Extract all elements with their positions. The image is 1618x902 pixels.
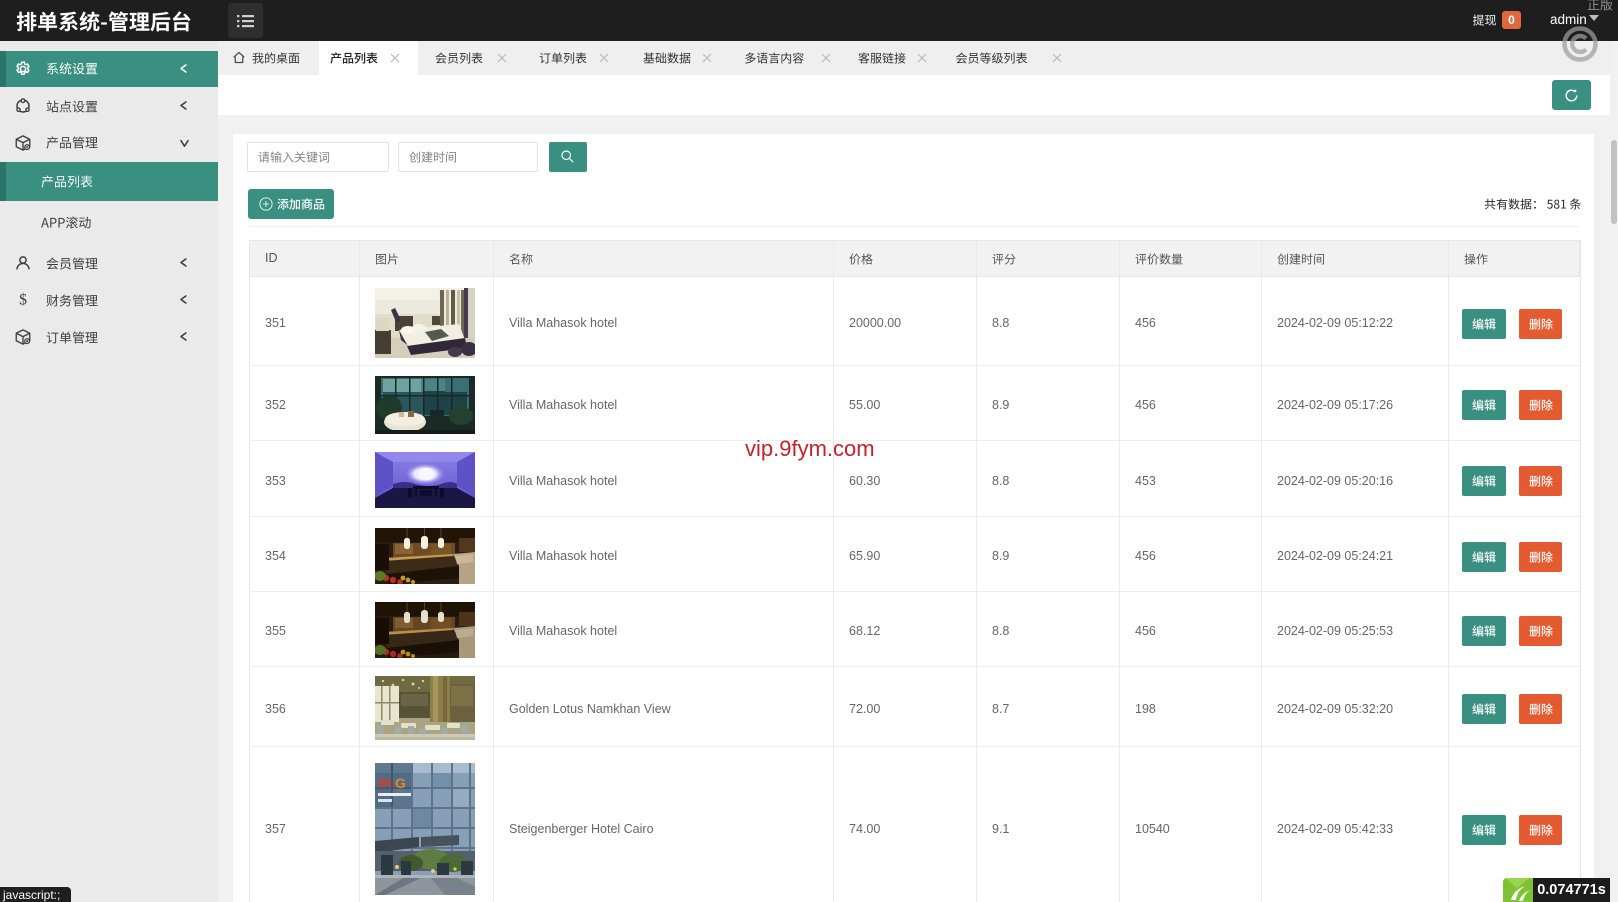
svg-text:IH: IH xyxy=(378,775,392,791)
svg-text:G: G xyxy=(395,775,406,791)
svg-text:$: $ xyxy=(19,292,27,309)
